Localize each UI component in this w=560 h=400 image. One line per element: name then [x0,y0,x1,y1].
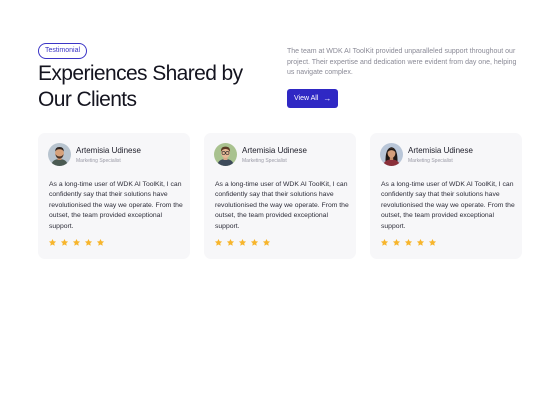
view-all-button[interactable]: View All → [287,89,339,108]
star-icon [262,238,271,246]
star-icon [214,238,223,246]
star-icon [72,238,81,246]
star-icon [416,238,425,246]
client-name: Artemisia Udinese [76,146,141,155]
testimonial-badge: Testimonial [38,43,88,59]
star-icon [226,238,235,246]
star-icon [60,238,69,246]
avatar [380,143,403,166]
star-icon [380,238,389,246]
testimonial-card: Artemisia Udinese Marketing Specialist A… [38,133,190,259]
star-icon [404,238,413,246]
testimonial-quote: As a long-time user of WDK AI ToolKit, I… [381,181,515,230]
star-icon [392,238,401,246]
section-intro: The team at WDK AI ToolKit provided unpa… [287,48,517,77]
testimonial-quote: As a long-time user of WDK AI ToolKit, I… [49,181,183,230]
star-rating [214,238,271,247]
star-icon [84,238,93,246]
woman-avatar-icon [380,143,403,166]
star-icon [96,238,105,246]
arrow-right-icon: → [323,93,332,103]
star-icon [238,238,247,246]
testimonial-quote: As a long-time user of WDK AI ToolKit, I… [215,181,349,230]
star-icon [250,238,259,246]
star-rating [380,238,437,247]
section-title: Experiences Shared by Our Clients [38,62,243,111]
star-icon [428,238,437,246]
testimonial-card: Artemisia Udinese Marketing Specialist A… [370,133,522,259]
client-role: Marketing Specialist [242,158,287,164]
client-name: Artemisia Udinese [242,146,307,155]
testimonial-card: Artemisia Udinese Marketing Specialist A… [204,133,356,259]
client-role: Marketing Specialist [76,158,121,164]
star-rating [48,238,105,247]
man-with-beard-avatar-icon [48,143,71,166]
man-with-glasses-avatar-icon [214,143,237,166]
avatar [214,143,237,166]
client-name: Artemisia Udinese [408,146,473,155]
avatar [48,143,71,166]
view-all-label: View All [294,95,319,102]
star-icon [48,238,57,246]
client-role: Marketing Specialist [408,158,453,164]
